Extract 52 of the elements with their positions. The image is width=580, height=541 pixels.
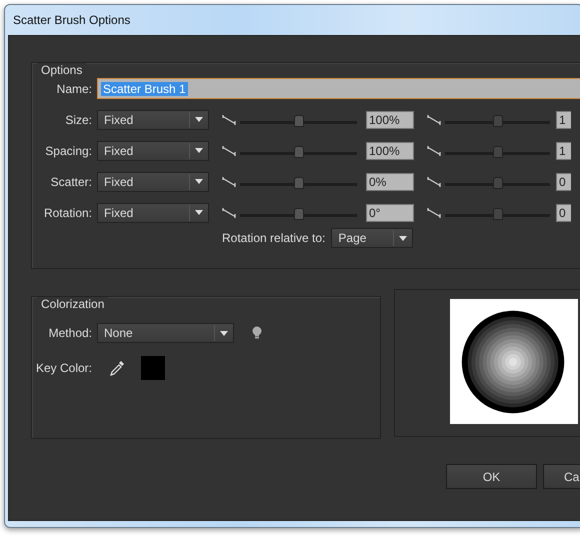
- caret-icon: [195, 179, 203, 184]
- window-title: Scatter Brush Options: [13, 13, 130, 27]
- dropdown[interactable]: Fixed: [97, 110, 209, 130]
- field-label: Key Color:: [34, 361, 92, 375]
- caret-icon: [195, 117, 203, 122]
- dropdown[interactable]: Page: [331, 228, 414, 248]
- dropdown[interactable]: Fixed: [97, 140, 209, 160]
- value-field[interactable]: 100%: [366, 110, 414, 128]
- slider[interactable]: [445, 144, 550, 158]
- value-field[interactable]: 1: [556, 110, 571, 128]
- color-swatch[interactable]: [141, 356, 165, 380]
- field-label: Scatter:: [50, 174, 92, 188]
- value-field[interactable]: 0%: [366, 172, 414, 190]
- slider[interactable]: [240, 174, 357, 188]
- value-field[interactable]: 0: [556, 172, 571, 190]
- cancel-button[interactable]: Ca: [543, 464, 580, 489]
- slider[interactable]: [240, 144, 357, 158]
- caret-icon: [220, 330, 228, 336]
- caret-icon: [195, 148, 203, 153]
- dropdown[interactable]: None: [97, 323, 234, 343]
- field-label: Size:: [64, 112, 92, 126]
- value-field[interactable]: 0°: [366, 204, 414, 222]
- ramp-icon: [222, 144, 237, 156]
- ramp-icon: [222, 206, 237, 218]
- ramp-icon: [222, 176, 237, 188]
- ramp-icon: [427, 114, 442, 126]
- group-heading: Options: [37, 63, 86, 77]
- field-label: Rotation relative to:: [222, 231, 326, 245]
- field-label: Rotation:: [42, 206, 92, 220]
- ok-button[interactable]: OK: [446, 464, 537, 489]
- field-label: Name:: [56, 82, 92, 96]
- ramp-icon: [427, 176, 442, 188]
- slider[interactable]: [240, 206, 357, 220]
- caret-icon: [195, 210, 203, 215]
- lightbulb-icon[interactable]: [252, 326, 262, 340]
- dropdown[interactable]: Fixed: [97, 202, 209, 222]
- ramp-icon: [222, 114, 237, 126]
- group-heading: Colorization: [37, 297, 108, 311]
- dropdown[interactable]: Fixed: [97, 172, 209, 192]
- slider[interactable]: [240, 112, 357, 126]
- field-label: Spacing:: [44, 144, 92, 158]
- eyedropper-icon[interactable]: [109, 360, 125, 376]
- slider[interactable]: [445, 174, 550, 188]
- field-label: Method:: [48, 326, 92, 340]
- slider[interactable]: [445, 206, 550, 220]
- value-field[interactable]: 1: [556, 142, 571, 160]
- ramp-icon: [427, 206, 442, 218]
- value-field[interactable]: 0: [556, 204, 571, 222]
- slider[interactable]: [445, 112, 550, 126]
- value-field[interactable]: 100%: [366, 142, 414, 160]
- ramp-icon: [427, 144, 442, 156]
- caret-icon: [399, 236, 408, 240]
